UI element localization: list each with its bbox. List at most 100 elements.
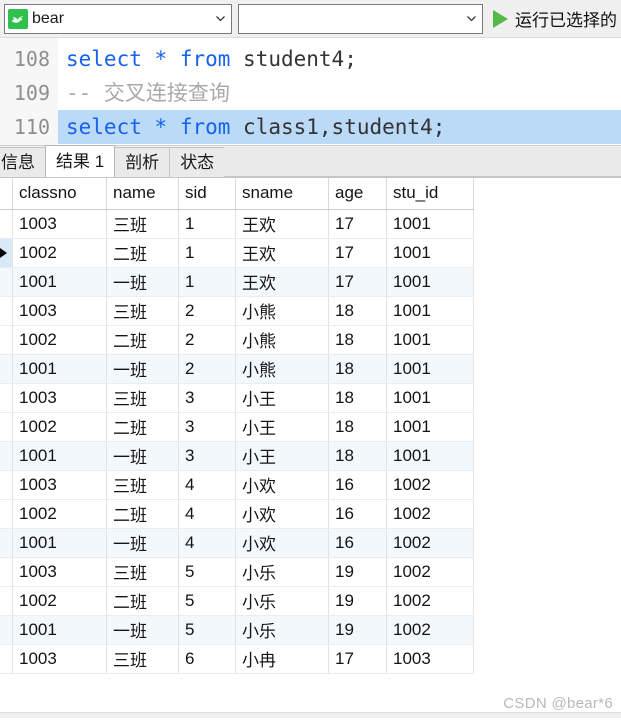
cell-name[interactable]: 二班 <box>106 586 179 616</box>
cell-sname[interactable]: 王欢 <box>235 238 329 268</box>
cell-classno[interactable]: 1002 <box>12 325 107 355</box>
row-indicator-cell[interactable] <box>0 238 13 268</box>
row-indicator-cell[interactable] <box>0 586 13 616</box>
cell-sname[interactable]: 小欢 <box>235 470 329 500</box>
cell-age[interactable]: 18 <box>328 383 387 413</box>
row-indicator-cell[interactable] <box>0 470 13 500</box>
table-row[interactable]: 1002 二班 3 小王 18 1001 <box>0 412 474 442</box>
result-grid-panel[interactable]: classno name sid sname age stu_id 1003 三班 1 王欢 17… <box>0 178 621 718</box>
row-indicator-cell[interactable] <box>0 412 13 442</box>
cell-name[interactable]: 二班 <box>106 499 179 529</box>
cell-sname[interactable]: 王欢 <box>235 267 329 297</box>
cell-sid[interactable]: 3 <box>178 383 236 413</box>
cell-stu_id[interactable]: 1002 <box>386 586 474 616</box>
cell-classno[interactable]: 1003 <box>12 470 107 500</box>
cell-sname[interactable]: 小乐 <box>235 615 329 645</box>
cell-sid[interactable]: 2 <box>178 325 236 355</box>
result-table[interactable]: classno name sid sname age stu_id 1003 三班 1 王欢 17… <box>0 178 474 674</box>
cell-age[interactable]: 19 <box>328 557 387 587</box>
run-selected-button[interactable]: 运行已选择的 <box>489 3 621 35</box>
cell-age[interactable]: 18 <box>328 412 387 442</box>
cell-age[interactable]: 18 <box>328 325 387 355</box>
cell-name[interactable]: 二班 <box>106 412 179 442</box>
cell-name[interactable]: 一班 <box>106 267 179 297</box>
table-row[interactable]: 1003 三班 2 小熊 18 1001 <box>0 296 474 326</box>
tab-3[interactable]: 状态 <box>169 147 226 177</box>
code-line[interactable]: select * from student4; <box>58 42 621 76</box>
cell-name[interactable]: 一班 <box>106 528 179 558</box>
cell-sname[interactable]: 小乐 <box>235 586 329 616</box>
table-row[interactable]: 1002 二班 2 小熊 18 1001 <box>0 325 474 355</box>
table-row[interactable]: 1002 二班 1 王欢 17 1001 <box>0 238 474 268</box>
row-indicator-cell[interactable] <box>0 383 13 413</box>
cell-stu_id[interactable]: 1001 <box>386 354 474 384</box>
cell-classno[interactable]: 1003 <box>12 557 107 587</box>
cell-classno[interactable]: 1003 <box>12 296 107 326</box>
cell-sid[interactable]: 5 <box>178 586 236 616</box>
cell-stu_id[interactable]: 1002 <box>386 615 474 645</box>
cell-age[interactable]: 17 <box>328 644 387 674</box>
row-indicator-cell[interactable] <box>0 354 13 384</box>
cell-stu_id[interactable]: 1001 <box>386 383 474 413</box>
table-row[interactable]: 1001 一班 5 小乐 19 1002 <box>0 615 474 645</box>
row-indicator-cell[interactable] <box>0 499 13 529</box>
tab-2[interactable]: 剖析 <box>114 147 171 177</box>
cell-stu_id[interactable]: 1002 <box>386 557 474 587</box>
row-indicator-cell[interactable] <box>0 644 13 674</box>
table-row[interactable]: 1002 二班 4 小欢 16 1002 <box>0 499 474 529</box>
cell-sid[interactable]: 3 <box>178 412 236 442</box>
cell-sname[interactable]: 小乐 <box>235 557 329 587</box>
column-header-age[interactable]: age <box>328 178 387 210</box>
cell-sid[interactable]: 2 <box>178 296 236 326</box>
table-row[interactable]: 1001 一班 1 王欢 17 1001 <box>0 267 474 297</box>
cell-name[interactable]: 一班 <box>106 441 179 471</box>
cell-sname[interactable]: 小欢 <box>235 528 329 558</box>
cell-sid[interactable]: 1 <box>178 267 236 297</box>
cell-age[interactable]: 16 <box>328 470 387 500</box>
cell-name[interactable]: 三班 <box>106 296 179 326</box>
cell-sname[interactable]: 小冉 <box>235 644 329 674</box>
column-header-classno[interactable]: classno <box>12 178 107 210</box>
cell-age[interactable]: 18 <box>328 441 387 471</box>
column-header-name[interactable]: name <box>106 178 179 210</box>
cell-sid[interactable]: 4 <box>178 470 236 500</box>
cell-age[interactable]: 19 <box>328 586 387 616</box>
cell-name[interactable]: 三班 <box>106 644 179 674</box>
cell-stu_id[interactable]: 1002 <box>386 470 474 500</box>
cell-age[interactable]: 17 <box>328 238 387 268</box>
connection-combobox[interactable]: bear <box>4 3 232 34</box>
row-indicator-cell[interactable] <box>0 557 13 587</box>
cell-name[interactable]: 二班 <box>106 325 179 355</box>
cell-age[interactable]: 19 <box>328 615 387 645</box>
cell-sid[interactable]: 4 <box>178 528 236 558</box>
cell-sname[interactable]: 小王 <box>235 383 329 413</box>
table-row[interactable]: 1001 一班 4 小欢 16 1002 <box>0 528 474 558</box>
row-indicator-cell[interactable] <box>0 325 13 355</box>
cell-sname[interactable]: 小熊 <box>235 354 329 384</box>
schema-combobox[interactable] <box>238 3 483 34</box>
cell-name[interactable]: 三班 <box>106 470 179 500</box>
tab-1[interactable]: 结果 1 <box>45 145 116 177</box>
cell-age[interactable]: 17 <box>328 267 387 297</box>
cell-age[interactable]: 18 <box>328 296 387 326</box>
cell-classno[interactable]: 1003 <box>12 644 107 674</box>
cell-name[interactable]: 三班 <box>106 557 179 587</box>
cell-classno[interactable]: 1001 <box>12 267 107 297</box>
cell-classno[interactable]: 1002 <box>12 238 107 268</box>
cell-classno[interactable]: 1002 <box>12 586 107 616</box>
table-row[interactable]: 1003 三班 5 小乐 19 1002 <box>0 557 474 587</box>
cell-name[interactable]: 二班 <box>106 238 179 268</box>
table-row[interactable]: 1003 三班 1 王欢 17 1001 <box>0 209 474 239</box>
cell-name[interactable]: 三班 <box>106 209 179 239</box>
cell-stu_id[interactable]: 1003 <box>386 644 474 674</box>
cell-sname[interactable]: 王欢 <box>235 209 329 239</box>
cell-classno[interactable]: 1001 <box>12 528 107 558</box>
row-indicator-cell[interactable] <box>0 528 13 558</box>
cell-sid[interactable]: 5 <box>178 557 236 587</box>
cell-stu_id[interactable]: 1001 <box>386 441 474 471</box>
cell-classno[interactable]: 1001 <box>12 354 107 384</box>
cell-sid[interactable]: 4 <box>178 499 236 529</box>
cell-stu_id[interactable]: 1002 <box>386 528 474 558</box>
sql-editor[interactable]: 108 109 110 select * from student4; -- 交叉连接… <box>0 38 621 146</box>
cell-classno[interactable]: 1002 <box>12 412 107 442</box>
